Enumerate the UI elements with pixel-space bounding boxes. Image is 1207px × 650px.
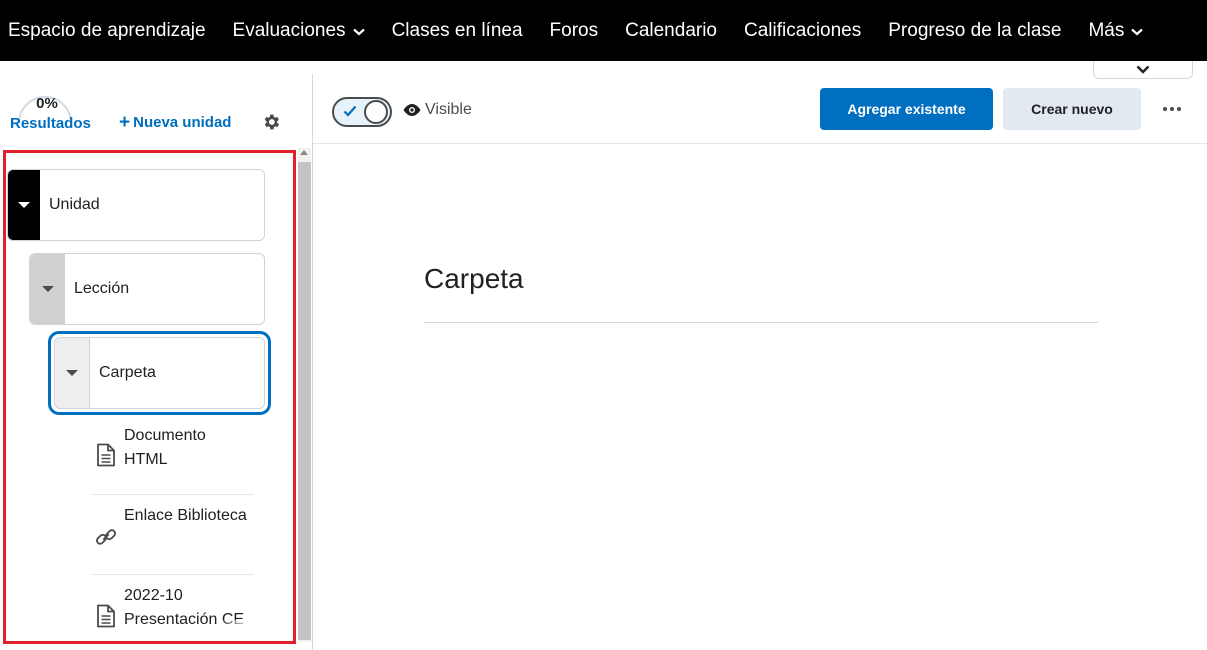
nav-label: Más <box>1088 19 1125 41</box>
nav-class-progress[interactable]: Progreso de la clase <box>888 20 1061 42</box>
nav-label: Foros <box>549 19 599 41</box>
nav-label: Progreso de la clase <box>888 19 1062 41</box>
nav-learning-space[interactable]: Espacio de aprendizaje <box>8 20 206 42</box>
chevron-down-icon <box>1131 20 1144 42</box>
nav-label: Evaluaciones <box>232 19 346 41</box>
nav-label: Espacio de aprendizaje <box>8 19 206 41</box>
eye-icon <box>403 104 421 116</box>
nav-more[interactable]: Más <box>1088 19 1144 42</box>
nav-label: Clases en línea <box>391 19 523 41</box>
nav-online-classes[interactable]: Clases en línea <box>392 20 523 42</box>
title-divider <box>424 322 1098 323</box>
nav-label: Calendario <box>625 19 718 41</box>
results-link[interactable]: Resultados <box>10 115 91 132</box>
visibility-toggle[interactable] <box>332 97 392 127</box>
toolbar-divider <box>313 143 1207 144</box>
highlight-box <box>3 150 296 644</box>
scroll-up-arrow-icon[interactable] <box>300 150 308 155</box>
add-existing-button[interactable]: Agregar existente <box>820 88 993 130</box>
progress-percent: 0% <box>36 95 58 112</box>
sidebar-divider <box>312 74 313 650</box>
gear-icon[interactable] <box>261 112 281 132</box>
nav-calendar[interactable]: Calendario <box>625 20 717 42</box>
chevron-down-icon <box>1136 61 1150 79</box>
nav-assessments[interactable]: Evaluaciones <box>233 20 365 42</box>
toggle-knob <box>364 100 388 124</box>
create-new-button[interactable]: Crear nuevo <box>1003 88 1141 130</box>
plus-icon: + <box>119 112 131 133</box>
more-options-icon[interactable] <box>1160 100 1184 118</box>
nav-label: Calificaciones <box>744 19 862 41</box>
new-unit-label: Nueva unidad <box>133 114 232 131</box>
sidebar-scrollbar-thumb[interactable] <box>298 162 311 640</box>
checkmark-icon <box>343 105 357 117</box>
page-title: Carpeta <box>424 263 524 294</box>
nav-forums[interactable]: Foros <box>550 20 599 42</box>
nav-grades[interactable]: Calificaciones <box>744 20 861 42</box>
chevron-down-icon <box>352 20 365 42</box>
visibility-label: Visible <box>425 101 472 118</box>
collapse-toggle-button[interactable] <box>1093 61 1193 79</box>
new-unit-button[interactable]: + Nueva unidad <box>119 113 231 132</box>
top-navigation: Espacio de aprendizaje Evaluaciones Clas… <box>0 0 1207 61</box>
